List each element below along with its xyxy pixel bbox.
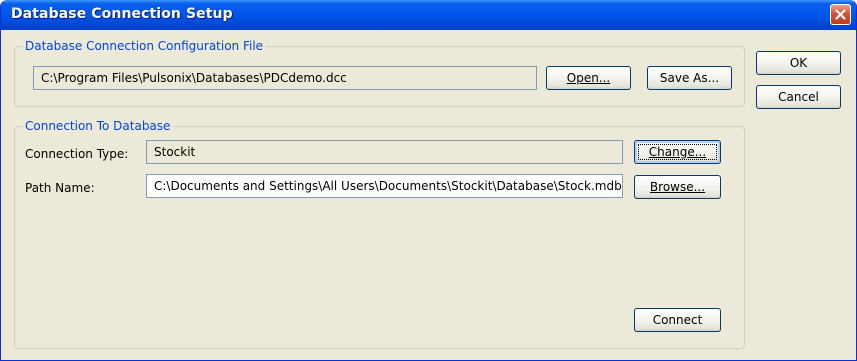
connect-button[interactable]: Connect (634, 308, 721, 332)
cancel-button[interactable]: Cancel (756, 85, 841, 109)
browse-button-label: Browse... (649, 180, 706, 194)
window-title: Database Connection Setup (11, 6, 233, 22)
change-button[interactable]: Change... (634, 140, 721, 164)
connect-button-label: Connect (652, 313, 703, 327)
path-name-label: Path Name: (25, 181, 95, 195)
close-icon (835, 9, 846, 20)
connection-type-label: Connection Type: (25, 147, 129, 161)
change-button-label: Change... (648, 145, 707, 159)
connection-group-title: Connection To Database (23, 119, 173, 133)
close-button[interactable] (830, 4, 851, 25)
browse-button[interactable]: Browse... (634, 175, 721, 199)
save-as-button-label: Save As... (659, 71, 720, 85)
open-button-label: Open... (566, 71, 611, 85)
save-as-button[interactable]: Save As... (647, 66, 732, 90)
config-file-groupbox: Database Connection Configuration File C… (14, 39, 745, 107)
connection-type-field[interactable]: Stockit (146, 140, 623, 164)
dialog-client-area: Database Connection Configuration File C… (4, 30, 853, 357)
config-file-group-title: Database Connection Configuration File (23, 39, 266, 53)
title-bar[interactable]: Database Connection Setup (1, 0, 856, 30)
config-file-path-field[interactable]: C:\Program Files\Pulsonix\Databases\PDCd… (33, 66, 537, 90)
open-button[interactable]: Open... (546, 66, 631, 90)
cancel-button-label: Cancel (778, 90, 819, 104)
dialog-window: Database Connection Setup Database Conne… (0, 0, 857, 361)
connection-groupbox: Connection To Database Connection Type: … (14, 119, 745, 349)
ok-button-label: OK (789, 56, 808, 70)
path-name-input[interactable]: C:\Documents and Settings\All Users\Docu… (146, 174, 623, 198)
ok-button[interactable]: OK (756, 51, 841, 75)
